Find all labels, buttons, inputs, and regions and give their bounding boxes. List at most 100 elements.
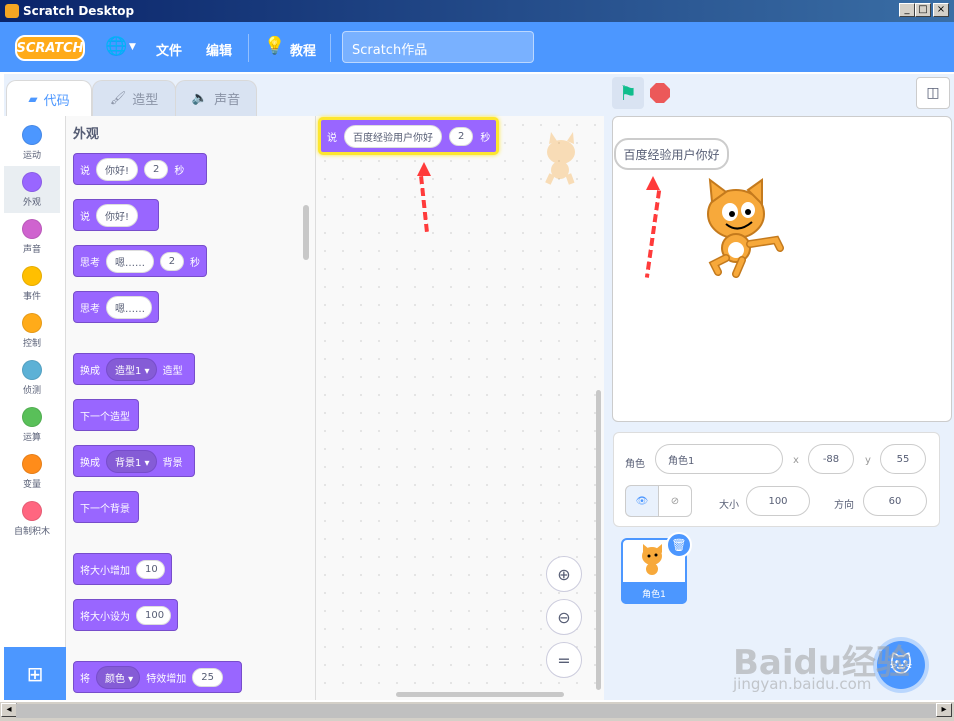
category-label: 外观 [22, 198, 41, 208]
tab-costumes[interactable]: 🖌 造型 [92, 80, 176, 116]
block-text-input[interactable]: 你好! [96, 203, 139, 227]
block-label: 思考 [80, 303, 100, 315]
block-switch-backdrop[interactable]: 换成 背景1 ▾ 背景 [73, 445, 195, 477]
menu-edit[interactable]: 编辑 [206, 40, 232, 59]
category-dot [22, 501, 42, 521]
block-number-input[interactable]: 2 [144, 159, 169, 179]
zoom-in-button[interactable]: ⊕ [546, 556, 582, 592]
block-change-effect[interactable]: 将 颜色 ▾ 特效增加 25 [73, 661, 242, 693]
workspace-say-block[interactable]: 说 百度经验用户你好 2 秒 [318, 117, 500, 155]
block-label: 秒 [174, 165, 185, 177]
category-looks[interactable]: 外观 [4, 166, 60, 213]
block-next-backdrop[interactable]: 下一个背景 [73, 491, 139, 523]
category-label: 事件 [22, 292, 41, 302]
palette-scrollbar[interactable] [303, 205, 309, 260]
block-label: 将大小增加 [80, 565, 130, 577]
block-number-input[interactable]: 25 [192, 667, 223, 687]
direction-input[interactable]: 60 [863, 486, 927, 516]
zoom-reset-button[interactable]: = [546, 642, 582, 678]
green-flag-button[interactable]: ⚑ [612, 77, 644, 109]
category-label: 侦测 [22, 386, 41, 396]
block-number-input[interactable]: 2 [159, 251, 184, 271]
stage-layout-button[interactable]: ◫ [916, 77, 950, 109]
close-button[interactable]: × [933, 3, 949, 17]
category-variables[interactable]: 变量 [4, 448, 60, 495]
delete-sprite-button[interactable]: 🗑 [666, 532, 692, 558]
block-next-costume[interactable]: 下一个造型 [73, 399, 139, 431]
scroll-right-button[interactable]: ▸ [936, 703, 952, 717]
block-number-input[interactable]: 2 [449, 126, 474, 146]
app-icon [5, 4, 19, 18]
menu-tutorials[interactable]: 教程 [290, 40, 316, 59]
window-title: Scratch Desktop [23, 4, 135, 18]
block-label: 背景 [162, 457, 183, 469]
block-label: 秒 [480, 132, 491, 144]
block-think-for-secs[interactable]: 思考 嗯…… 2 秒 [73, 245, 207, 277]
eye-icon: 👁 [635, 495, 649, 507]
effect-dropdown[interactable]: 颜色 ▾ [96, 665, 141, 689]
category-dot [22, 407, 42, 427]
scroll-left-button[interactable]: ◂ [1, 703, 17, 717]
globe-icon[interactable]: 🌐 [105, 36, 127, 57]
tab-code[interactable]: ▰ 代码 [6, 80, 92, 117]
category-sensing[interactable]: 侦测 [4, 354, 60, 401]
minimize-button[interactable]: _ [899, 3, 915, 17]
category-sound[interactable]: 声音 [4, 213, 60, 260]
block-think[interactable]: 思考 嗯…… [73, 291, 159, 323]
category-control[interactable]: 控制 [4, 307, 60, 354]
block-label: 造型 [162, 365, 183, 377]
block-label: 说 [80, 165, 90, 177]
block-label: 下一个背景 [80, 503, 130, 515]
size-input[interactable]: 100 [746, 486, 810, 516]
add-extension-button[interactable]: ⊞ [4, 647, 66, 700]
scratch-logo[interactable]: SCRATCH [15, 35, 85, 61]
workspace-vscrollbar[interactable] [596, 390, 601, 690]
category-label: 运动 [22, 151, 41, 161]
block-text-input[interactable]: 嗯…… [106, 249, 154, 273]
cat-sprite[interactable] [696, 176, 788, 278]
category-my-blocks[interactable]: 自制积木 [4, 495, 60, 542]
workspace-hscrollbar[interactable] [396, 692, 564, 697]
costume-dropdown[interactable]: 造型1 ▾ [106, 357, 157, 381]
block-text-input[interactable]: 你好! [96, 157, 139, 181]
zoom-in-icon: ⊕ [557, 564, 571, 584]
block-say[interactable]: 说 你好! [73, 199, 159, 231]
block-say-for-secs[interactable]: 说 你好! 2 秒 [73, 153, 207, 185]
menu-file[interactable]: 文件 [156, 40, 182, 59]
y-label: y [865, 455, 871, 466]
sprite-name-input[interactable]: 角色1 [655, 444, 783, 474]
block-number-input[interactable]: 10 [136, 559, 165, 579]
show-sprite-button[interactable]: 👁 [625, 485, 659, 517]
x-input[interactable]: -88 [808, 444, 854, 474]
direction-label: 方向 [834, 500, 854, 511]
block-change-size[interactable]: 将大小增加 10 [73, 553, 172, 585]
block-label: 下一个造型 [80, 411, 130, 423]
zoom-out-button[interactable]: ⊖ [546, 599, 582, 635]
block-label: 将 [80, 673, 90, 685]
project-title-input[interactable]: Scratch作品 [342, 31, 534, 63]
block-switch-costume[interactable]: 换成 造型1 ▾ 造型 [73, 353, 195, 385]
layout-icon: ◫ [926, 85, 940, 101]
y-input[interactable]: 55 [880, 444, 926, 474]
backdrop-dropdown[interactable]: 背景1 ▾ [106, 449, 157, 473]
window-hscrollbar[interactable] [16, 704, 936, 718]
maximize-button[interactable]: □ [915, 3, 931, 17]
block-label: 秒 [190, 257, 200, 269]
block-number-input[interactable]: 100 [136, 605, 171, 625]
category-operators[interactable]: 运算 [4, 401, 60, 448]
sprite-name-label: 角色 [625, 459, 645, 470]
category-dot [22, 172, 42, 192]
category-motion[interactable]: 运动 [4, 119, 60, 166]
block-set-size[interactable]: 将大小设为 100 [73, 599, 178, 631]
hide-sprite-button[interactable]: ⊘ [658, 485, 692, 517]
category-events[interactable]: 事件 [4, 260, 60, 307]
category-label: 运算 [22, 433, 41, 443]
stop-button[interactable] [650, 83, 670, 103]
block-text-input[interactable]: 嗯…… [106, 295, 152, 319]
size-label: 大小 [719, 500, 739, 511]
speaker-icon: 🔈 [191, 91, 209, 106]
block-label: 思考 [80, 257, 100, 269]
block-text-input[interactable]: 百度经验用户你好 [344, 124, 442, 148]
tab-sounds[interactable]: 🔈 声音 [175, 80, 257, 116]
green-flag-icon: ⚑ [619, 81, 637, 105]
